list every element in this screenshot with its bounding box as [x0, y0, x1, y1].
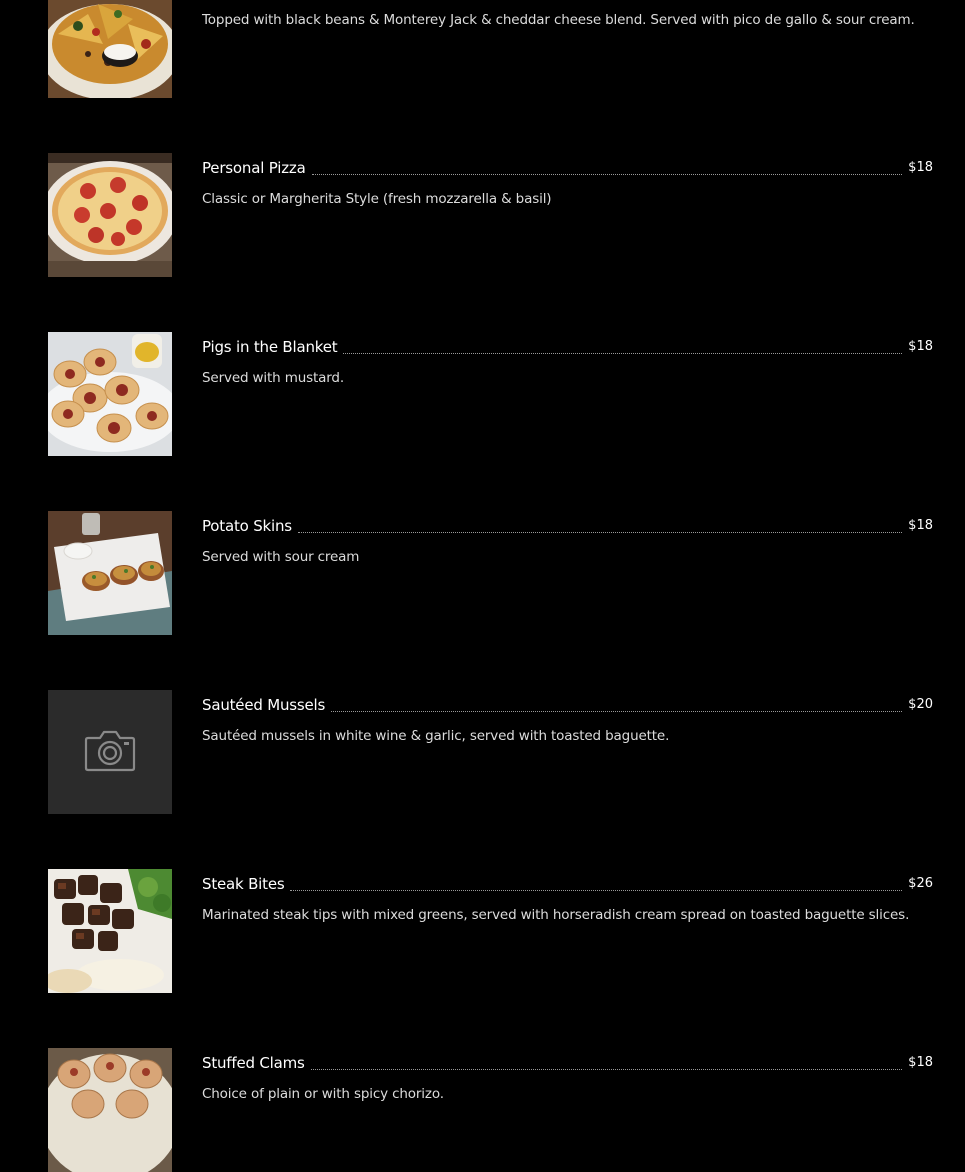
menu-item-steak-bites: Steak Bites $26 Marinated steak tips wit… — [48, 869, 933, 993]
menu-item-pigs-in-the-blanket: Pigs in the Blanket $18 Served with must… — [48, 332, 933, 456]
item-header: Stuffed Clams $18 — [202, 1048, 933, 1074]
pizza-photo[interactable] — [48, 153, 172, 277]
dot-leader — [290, 889, 903, 891]
dot-leader — [331, 710, 903, 712]
item-header: Potato Skins $18 — [202, 511, 933, 537]
item-header: Personal Pizza $18 — [202, 153, 933, 179]
dot-leader — [310, 1068, 903, 1070]
menu-item-sauteed-mussels: Sautéed Mussels $20 Sautéed mussels in w… — [48, 690, 933, 814]
item-price: $18 — [908, 1055, 933, 1070]
item-name: Personal Pizza — [202, 159, 306, 177]
dot-leader — [343, 352, 903, 354]
item-header: Pigs in the Blanket $18 — [202, 332, 933, 358]
menu-item-personal-pizza: Personal Pizza $18 Classic or Margherita… — [48, 153, 933, 277]
item-name: Steak Bites — [202, 875, 285, 893]
menu-item-nachos: Topped with black beans & Monterey Jack … — [48, 0, 933, 98]
item-name: Sautéed Mussels — [202, 696, 326, 714]
nachos-photo[interactable] — [48, 0, 172, 98]
item-description: Topped with black beans & Monterey Jack … — [202, 12, 915, 28]
item-name: Pigs in the Blanket — [202, 338, 338, 356]
item-name: Potato Skins — [202, 517, 292, 535]
item-description: Served with sour cream — [202, 549, 360, 565]
item-description: Served with mustard. — [202, 370, 344, 386]
item-price: $26 — [908, 876, 933, 891]
item-name: Stuffed Clams — [202, 1054, 305, 1072]
item-description: Choice of plain or with spicy chorizo. — [202, 1086, 444, 1102]
item-description: Classic or Margherita Style (fresh mozza… — [202, 191, 552, 207]
item-header: Steak Bites $26 — [202, 869, 933, 895]
item-description: Marinated steak tips with mixed greens, … — [202, 907, 910, 923]
menu-item-stuffed-clams: Stuffed Clams $18 Choice of plain or wit… — [48, 1048, 933, 1172]
stuffed-clams-photo[interactable] — [48, 1048, 172, 1172]
item-price: $20 — [908, 697, 933, 712]
steak-bites-photo[interactable] — [48, 869, 172, 993]
dot-leader — [297, 531, 903, 533]
camera-placeholder-icon[interactable] — [48, 690, 172, 814]
item-description: Sautéed mussels in white wine & garlic, … — [202, 728, 670, 744]
pigs-in-blanket-photo[interactable] — [48, 332, 172, 456]
item-header: Sautéed Mussels $20 — [202, 690, 933, 716]
dot-leader — [311, 173, 903, 175]
item-price: $18 — [908, 339, 933, 354]
item-price: $18 — [908, 518, 933, 533]
menu-item-potato-skins: Potato Skins $18 Served with sour cream — [48, 511, 933, 635]
item-price: $18 — [908, 160, 933, 175]
potato-skins-photo[interactable] — [48, 511, 172, 635]
